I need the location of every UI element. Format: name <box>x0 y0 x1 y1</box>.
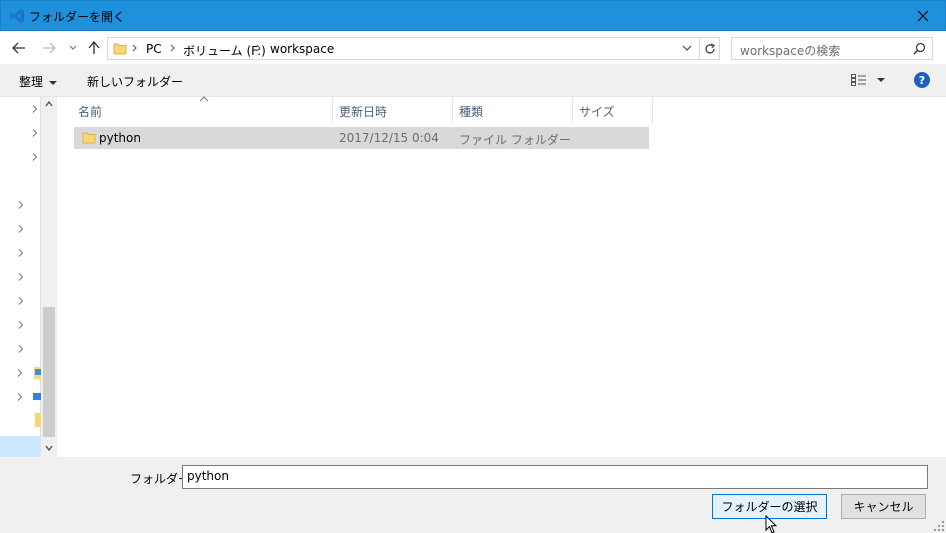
folder-icon <box>82 132 96 144</box>
close-button[interactable] <box>900 1 945 31</box>
address-bar[interactable]: PC ボリューム (F:) workspace <box>107 37 700 60</box>
table-row[interactable]: python 2017/12/15 0:04 ファイル フォルダー <box>74 127 649 149</box>
chevron-right-icon[interactable] <box>31 129 39 137</box>
chevron-down-icon <box>69 45 77 50</box>
file-name: python <box>99 131 141 145</box>
refresh-icon <box>704 42 715 54</box>
search-input[interactable]: workspaceの検索 <box>731 37 933 60</box>
recent-locations-button[interactable] <box>64 39 82 57</box>
back-button[interactable] <box>10 39 28 57</box>
column-header-type[interactable]: 種類 <box>453 97 573 123</box>
chevron-right-icon[interactable] <box>31 153 39 161</box>
scrollbar-thumb[interactable] <box>43 307 55 437</box>
chevron-right-icon[interactable] <box>17 249 25 257</box>
file-date: 2017/12/15 0:04 <box>339 131 439 145</box>
navigation-pane[interactable] <box>0 97 41 458</box>
refresh-button[interactable] <box>700 37 720 60</box>
caret-down-icon[interactable] <box>877 78 885 82</box>
chevron-right-icon[interactable] <box>17 345 25 353</box>
nav-scrollbar[interactable] <box>41 97 57 457</box>
arrow-left-icon <box>12 42 25 54</box>
folder-icon <box>113 43 127 55</box>
chevron-right-icon <box>132 44 137 52</box>
address-row: PC ボリューム (F:) workspace workspaceの検索 <box>0 31 946 64</box>
breadcrumb-volume[interactable]: ボリューム (F:) <box>183 42 266 59</box>
arrow-up-icon <box>88 41 100 54</box>
caret-down-icon <box>49 80 58 85</box>
help-button[interactable]: ? <box>914 72 930 88</box>
chevron-right-icon[interactable] <box>17 201 25 209</box>
chevron-right-icon <box>170 44 175 52</box>
forward-button[interactable] <box>40 39 58 57</box>
new-folder-button[interactable]: 新しいフォルダー <box>87 73 183 90</box>
breadcrumb-pc[interactable]: PC <box>146 42 162 56</box>
network-icon <box>33 393 41 400</box>
organize-label: 整理 <box>19 75 44 89</box>
scroll-up-icon[interactable] <box>45 101 53 107</box>
column-header-date[interactable]: 更新日時 <box>333 97 453 123</box>
chevron-right-icon[interactable] <box>17 321 25 329</box>
file-type: ファイル フォルダー <box>459 133 571 147</box>
window-title: フォルダーを開く <box>29 10 126 24</box>
close-icon <box>917 10 928 22</box>
organize-menu[interactable]: 整理 <box>19 73 58 90</box>
resize-grip-icon[interactable] <box>934 521 944 531</box>
title-bar: フォルダーを開く <box>0 0 946 31</box>
dialog-footer: フォルダー: python フォルダーの選択 キャンセル <box>0 457 946 533</box>
mouse-cursor-icon <box>765 515 778 533</box>
command-bar: 整理 新しいフォルダー ? <box>0 64 946 97</box>
search-placeholder: workspaceの検索 <box>740 44 841 58</box>
cancel-button[interactable]: キャンセル <box>841 494 926 519</box>
view-options-icon[interactable] <box>851 74 867 86</box>
pictures-folder-icon <box>34 367 41 379</box>
chevron-right-icon[interactable] <box>17 297 25 305</box>
chevron-right-icon[interactable] <box>17 225 25 233</box>
vscode-icon <box>10 9 24 23</box>
chevron-right-icon[interactable] <box>16 369 24 377</box>
arrow-right-icon <box>43 42 56 54</box>
up-button[interactable] <box>85 39 103 57</box>
column-header-name[interactable]: 名前 <box>72 97 333 123</box>
chevron-right-icon[interactable] <box>16 393 24 401</box>
nav-item-selected[interactable] <box>0 436 41 458</box>
column-header-size[interactable]: サイズ <box>573 97 653 123</box>
scroll-down-icon[interactable] <box>45 445 53 451</box>
breadcrumb-workspace[interactable]: workspace <box>270 42 334 56</box>
chevron-right-icon <box>256 44 261 52</box>
search-icon <box>913 42 926 55</box>
chevron-down-icon[interactable] <box>682 44 692 52</box>
chevron-right-icon[interactable] <box>31 105 39 113</box>
file-list[interactable]: 名前 更新日時 種類 サイズ python 2017/12/15 0:04 ファ… <box>57 96 946 457</box>
chevron-right-icon[interactable] <box>17 273 25 281</box>
folder-name-input[interactable]: python <box>182 465 928 489</box>
